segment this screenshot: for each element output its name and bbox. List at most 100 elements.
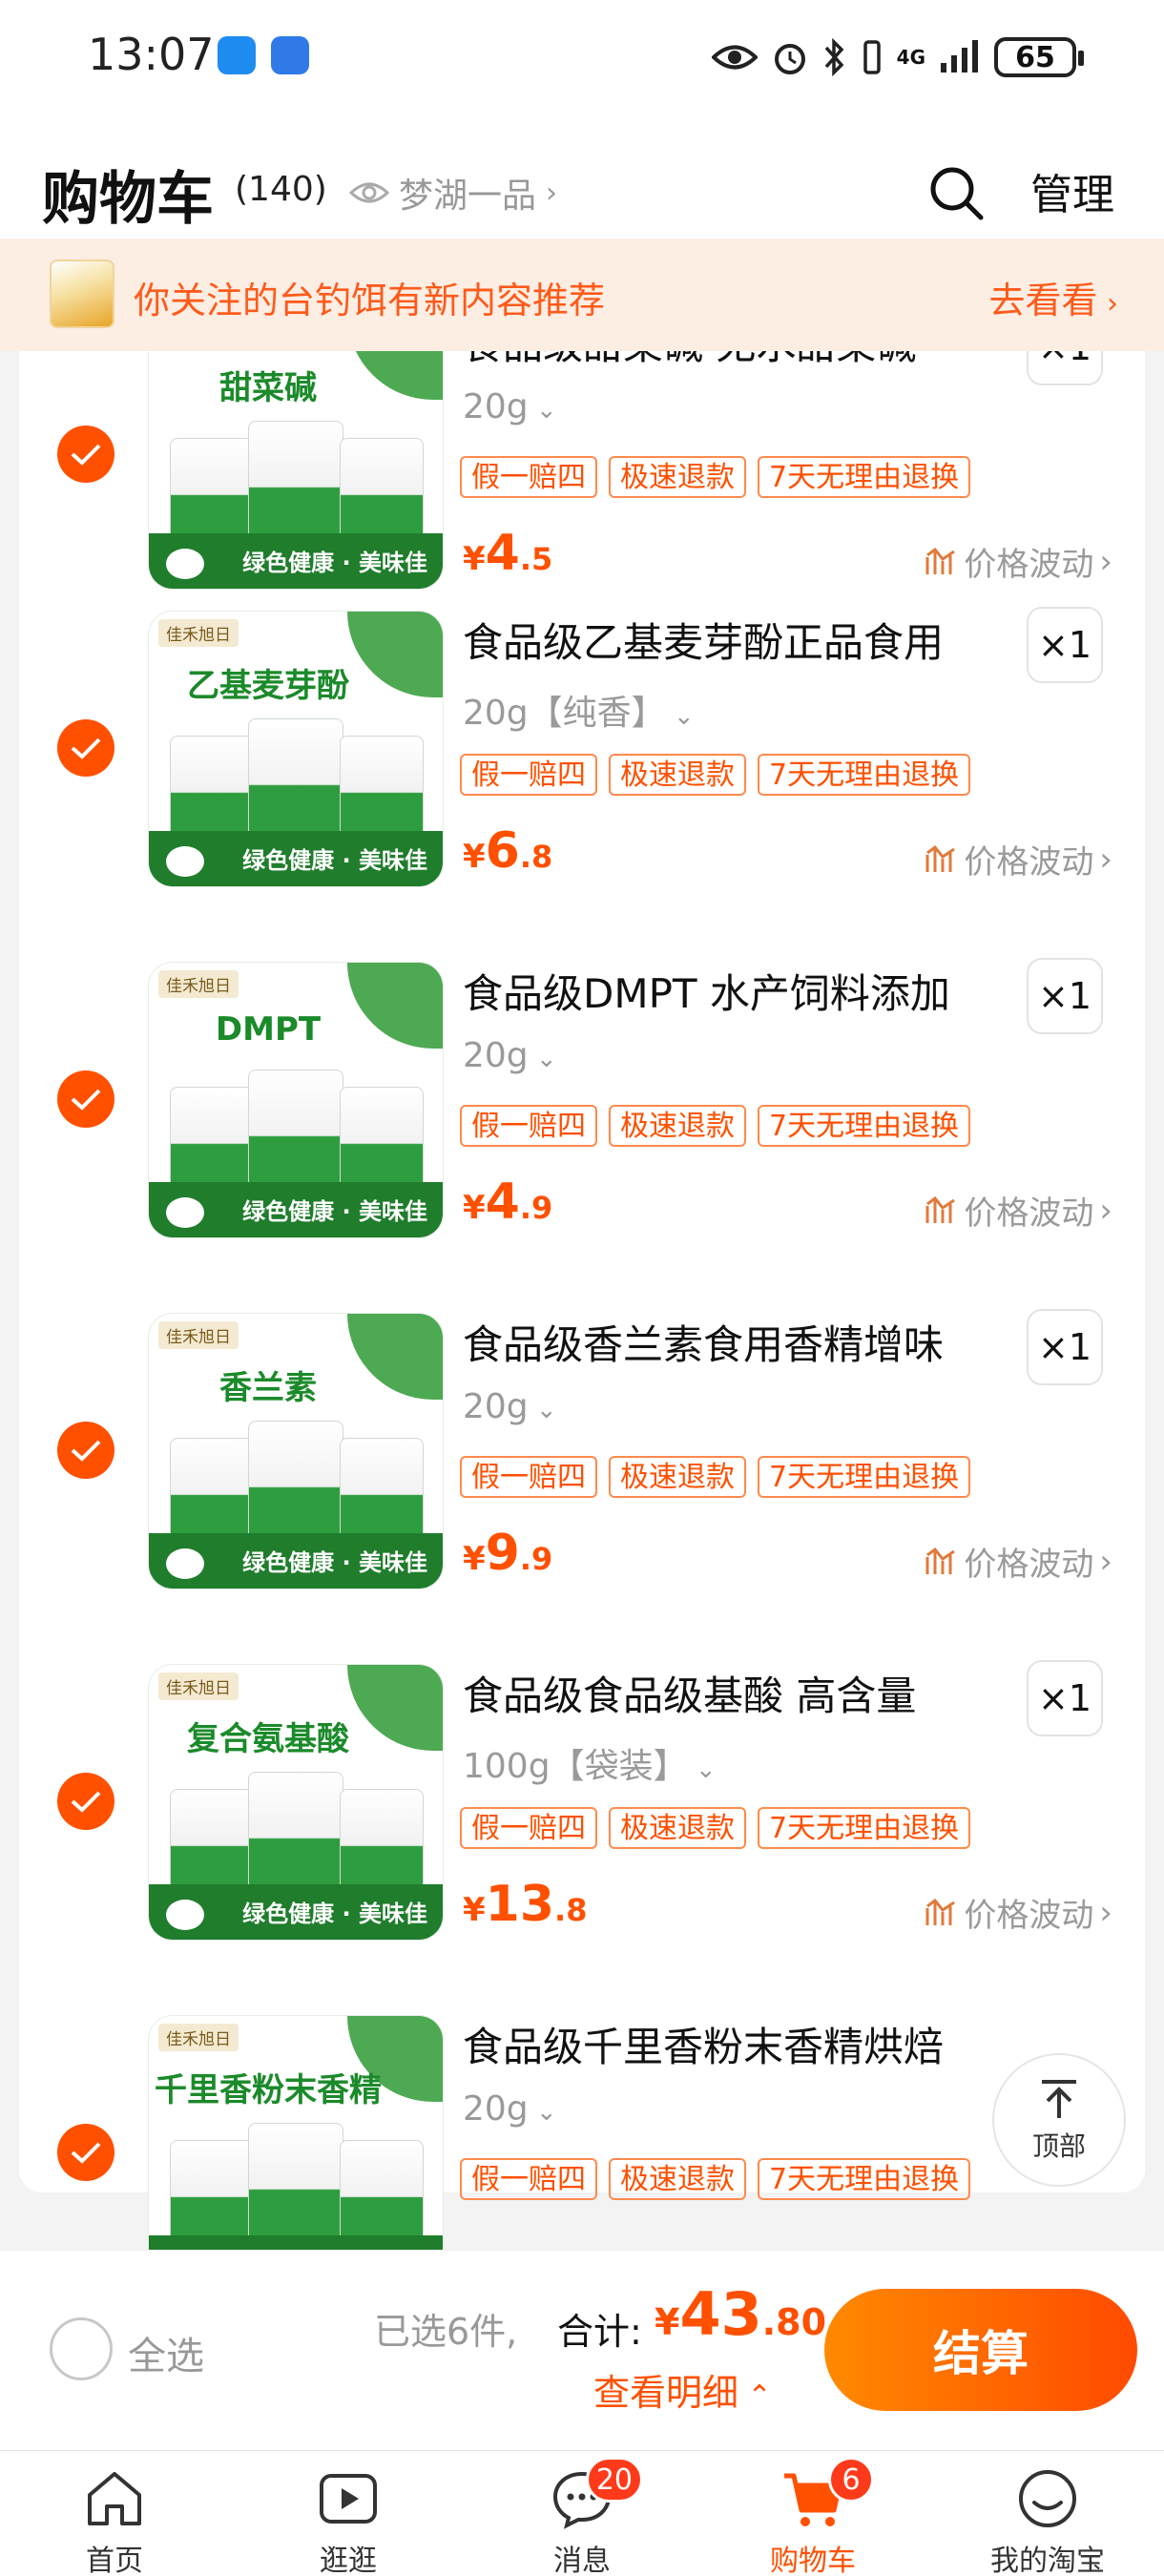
- item-checkbox[interactable]: [57, 1773, 114, 1830]
- product-title[interactable]: 食品级DMPT 水产饲料添加: [463, 962, 950, 1020]
- service-tag: 假一赔四: [460, 2158, 597, 2200]
- price-trend-link[interactable]: 价格波动 ›: [925, 538, 1112, 585]
- item-checkbox[interactable]: [57, 719, 114, 777]
- product-thumbnail[interactable]: 佳禾旭日千里香粉末香精绿色健康 · 美味佳: [148, 2015, 444, 2250]
- service-tags: 假一赔四 极速退款 7天无理由退换: [460, 456, 971, 498]
- tab-label: 首页: [86, 2545, 143, 2576]
- cart-item-list[interactable]: 甜菜碱绿色健康 · 美味佳食品级甜菜碱 无水甜菜碱×120g ⌄假一赔四极速退款…: [0, 351, 1164, 2250]
- thumbnail-brand: 佳禾旭日: [158, 2024, 239, 2051]
- shop-card: 甜菜碱绿色健康 · 美味佳食品级甜菜碱 无水甜菜碱×120g ⌄假一赔四极速退款…: [19, 351, 1145, 2250]
- tab-messages[interactable]: 20 消息: [496, 2451, 668, 2576]
- product-thumbnail[interactable]: 佳禾旭日 香兰素 绿色健康 · 美味佳: [148, 1313, 444, 1589]
- thumbnail-slogan: 绿色健康 · 美味佳: [242, 550, 427, 576]
- thumbnail-brand: 佳禾旭日: [158, 619, 239, 647]
- total-label: 合计:: [557, 2311, 642, 2353]
- cart-item[interactable]: 佳禾旭日 乙基麦芽酚 绿色健康 · 美味佳 食品级乙基麦芽酚正品食用 ×1 20g【纯香】…: [19, 582, 1145, 933]
- product-title[interactable]: 食品级食品级基酸 高含量: [463, 1664, 916, 1722]
- price-integer: 9: [485, 1525, 520, 1582]
- select-all-checkbox[interactable]: [50, 2317, 113, 2380]
- currency-symbol: ¥: [463, 540, 486, 578]
- sku-selector[interactable]: 20g【纯香】 ⌄: [463, 685, 695, 735]
- cart-item[interactable]: 佳禾旭日 复合氨基酸 绿色健康 · 美味佳 食品级食品级基酸 高含量 ×1 100g【袋装…: [19, 1635, 1145, 1986]
- checkout-button[interactable]: 结算: [824, 2289, 1137, 2411]
- quantity-button[interactable]: ×1: [1027, 351, 1103, 385]
- banner-link-label: 去看看: [988, 280, 1098, 322]
- product-thumbnail[interactable]: 佳禾旭日 DMPT 绿色健康 · 美味佳: [148, 962, 444, 1238]
- sku-selector[interactable]: 20g ⌄: [463, 1036, 557, 1075]
- sku-selector[interactable]: 20g ⌄: [463, 2089, 557, 2129]
- service-tag: 极速退款: [609, 456, 746, 498]
- chevron-down-icon: ⌄: [687, 1755, 717, 1784]
- search-icon[interactable]: [925, 162, 987, 223]
- currency-symbol: ¥: [463, 838, 486, 876]
- product-bag-right: [340, 1438, 424, 1541]
- tab-home[interactable]: 首页: [29, 2451, 200, 2576]
- service-tag: 极速退款: [609, 1105, 746, 1147]
- signal-icon: [941, 40, 978, 73]
- bluetooth-icon: [824, 38, 844, 76]
- item-checkbox[interactable]: [57, 426, 114, 483]
- back-to-top-label: 顶部: [1031, 2130, 1086, 2162]
- quantity-button[interactable]: ×1: [1027, 1660, 1103, 1736]
- product-bag-right: [340, 2140, 424, 2243]
- service-tag: 7天无理由退换: [758, 754, 971, 796]
- view-details-link[interactable]: 查看明细 ⌃: [593, 2363, 772, 2416]
- price-chart-icon: [925, 844, 956, 872]
- location-label: 梦湖一品: [399, 177, 537, 216]
- banner-go-link[interactable]: 去看看 ›: [988, 271, 1118, 323]
- product-thumbnail[interactable]: 佳禾旭日 复合氨基酸 绿色健康 · 美味佳: [148, 1664, 444, 1941]
- manage-button[interactable]: 管理: [1030, 160, 1114, 221]
- tab-explore[interactable]: 逛逛: [262, 2451, 434, 2576]
- price-trend-link[interactable]: 价格波动 ›: [925, 1538, 1112, 1585]
- price-trend-label: 价格波动: [964, 1195, 1094, 1233]
- product-title[interactable]: 食品级千里香粉末香精烘焙: [463, 2015, 944, 2073]
- chevron-down-icon: ⌄: [528, 396, 557, 425]
- service-tag: 7天无理由退换: [758, 1105, 971, 1147]
- cart-item[interactable]: 佳禾旭日 DMPT 绿色健康 · 美味佳 食品级DMPT 水产饲料添加 ×1 20g ⌄ 假…: [19, 933, 1145, 1284]
- sku-selector[interactable]: 100g【袋装】 ⌄: [463, 1738, 717, 1788]
- sku-selector[interactable]: 20g ⌄: [463, 387, 557, 426]
- cart-item[interactable]: 佳禾旭日千里香粉末香精绿色健康 · 美味佳食品级千里香粉末香精烘焙 20g ⌄ 假一…: [19, 1986, 1145, 2250]
- service-tag: 假一赔四: [460, 456, 597, 498]
- quantity-button[interactable]: ×1: [1027, 958, 1103, 1034]
- product-thumbnail[interactable]: 甜菜碱 绿色健康 · 美味佳: [148, 351, 444, 590]
- thumbnail-brand: 佳禾旭日: [158, 1672, 239, 1700]
- price-decimal: .9: [519, 1541, 553, 1577]
- price-trend-link[interactable]: 价格波动 ›: [925, 836, 1112, 883]
- item-price: ¥9.9: [463, 1525, 552, 1582]
- chevron-right-icon: ›: [546, 176, 558, 210]
- quantity-button[interactable]: ×1: [1027, 1309, 1103, 1385]
- select-all-label[interactable]: 全选: [128, 2325, 204, 2380]
- tab-cart[interactable]: 6 购物车: [727, 2451, 899, 2576]
- product-bag-right: [340, 1789, 424, 1892]
- product-title[interactable]: 食品级香兰素食用香精增味: [463, 1313, 944, 1371]
- service-tag: 假一赔四: [460, 1807, 597, 1849]
- price-chart-icon: [925, 1898, 956, 1925]
- vibrate-icon: [863, 40, 881, 74]
- price-trend-link[interactable]: 价格波动 ›: [925, 1889, 1112, 1936]
- product-thumbnail[interactable]: 佳禾旭日 乙基麦芽酚 绿色健康 · 美味佳: [148, 611, 444, 887]
- product-title[interactable]: 食品级乙基麦芽酚正品食用: [463, 611, 944, 669]
- item-checkbox[interactable]: [57, 1422, 114, 1479]
- service-tag: 7天无理由退换: [758, 456, 971, 498]
- service-tag: 7天无理由退换: [758, 2158, 971, 2200]
- cart-item[interactable]: 甜菜碱绿色健康 · 美味佳食品级甜菜碱 无水甜菜碱 ×1 20g ⌄ 假一赔四极速退款…: [19, 351, 1145, 590]
- cart-item[interactable]: 佳禾旭日 香兰素 绿色健康 · 美味佳 食品级香兰素食用香精增味 ×1 20g ⌄ 假一赔四…: [19, 1284, 1145, 1635]
- cart-item-count: (140): [235, 170, 327, 209]
- recommendation-banner[interactable]: 你关注的台钓饵有新内容推荐 去看看 ›: [0, 239, 1164, 351]
- cart-header: 购物车 (140) 梦湖一品 › 管理: [0, 114, 1164, 239]
- quantity-button[interactable]: ×1: [1027, 607, 1103, 683]
- item-checkbox[interactable]: [57, 1070, 114, 1128]
- currency-symbol: ¥: [463, 1540, 486, 1578]
- alarm-icon: [774, 44, 805, 74]
- location-selector[interactable]: 梦湖一品 ›: [349, 168, 557, 218]
- back-to-top-button[interactable]: 顶部: [992, 2053, 1126, 2187]
- tab-my-taobao[interactable]: 我的淘宝: [962, 2451, 1133, 2576]
- sku-selector[interactable]: 20g ⌄: [463, 1387, 557, 1426]
- item-checkbox[interactable]: [57, 2124, 114, 2181]
- product-bag-left: [170, 1438, 254, 1541]
- price-trend-link[interactable]: 价格波动 ›: [925, 1187, 1112, 1234]
- product-bag-center: [248, 1772, 343, 1892]
- checkmark-icon: [71, 1440, 101, 1462]
- product-title[interactable]: 食品级甜菜碱 无水甜菜碱: [463, 351, 916, 371]
